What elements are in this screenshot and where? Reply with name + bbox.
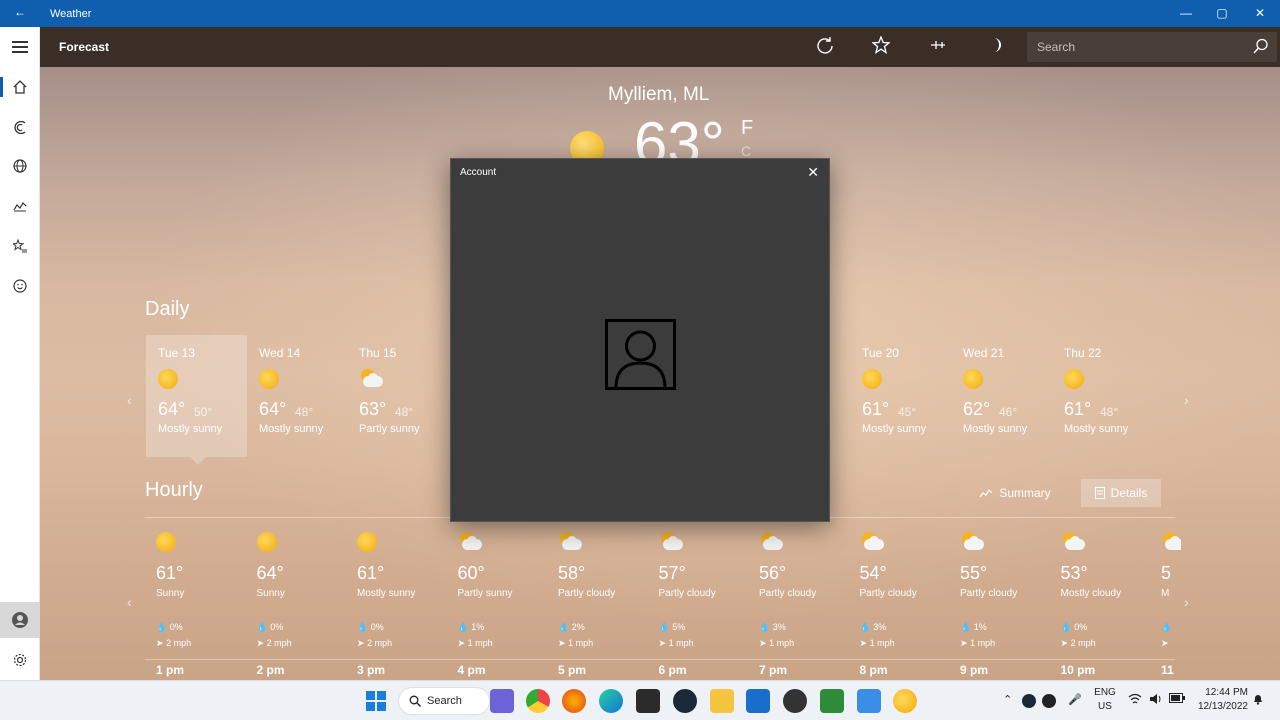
search-icon[interactable]: [1253, 38, 1269, 58]
obs-icon[interactable]: [783, 689, 807, 713]
region-code: US: [1098, 701, 1112, 712]
clock-date: 12/13/2022: [1197, 701, 1248, 712]
search-input[interactable]: [1027, 32, 1247, 62]
notepad-icon[interactable]: [857, 689, 881, 713]
edge-icon[interactable]: [599, 689, 623, 713]
wifi-icon[interactable]: [1128, 693, 1142, 708]
radar-icon[interactable]: [0, 109, 40, 145]
dialog-close-icon[interactable]: ✕: [807, 164, 819, 181]
refresh-icon[interactable]: [813, 36, 837, 58]
taskbar-search-label: Search: [427, 695, 462, 707]
battery-icon[interactable]: [1169, 693, 1185, 706]
account-dialog: Account ✕: [450, 158, 830, 522]
steam-icon[interactable]: [673, 689, 697, 713]
microphone-icon[interactable]: 🎤: [1068, 693, 1082, 706]
terminal-icon[interactable]: [636, 689, 660, 713]
microsoft-store-icon[interactable]: [746, 689, 770, 713]
xbox-icon[interactable]: [820, 689, 844, 713]
title-bar: ← Weather — ▢ ✕: [0, 0, 1280, 27]
account-icon[interactable]: [0, 602, 40, 638]
settings-gear-icon[interactable]: [0, 642, 40, 678]
left-nav: [0, 27, 40, 680]
volume-icon[interactable]: [1149, 693, 1163, 708]
close-button[interactable]: ✕: [1248, 4, 1272, 22]
pin-icon[interactable]: [927, 36, 951, 58]
search-icon: [409, 695, 421, 707]
language-indicator[interactable]: ENG US: [1092, 686, 1118, 714]
file-explorer-icon[interactable]: [710, 689, 734, 713]
account-placeholder-icon: [605, 319, 676, 390]
command-bar: Forecast: [40, 27, 1280, 67]
star-favorite-icon[interactable]: [869, 35, 893, 58]
language-code: ENG: [1094, 687, 1116, 698]
smiley-feedback-icon[interactable]: [0, 268, 40, 304]
dialog-title: Account: [460, 167, 497, 178]
historical-chart-icon[interactable]: [0, 188, 40, 224]
globe-icon[interactable]: [0, 148, 40, 184]
chevron-up-icon[interactable]: ⌃: [1003, 693, 1012, 706]
home-icon[interactable]: [0, 69, 40, 105]
dark-mode-moon-icon[interactable]: [983, 36, 1007, 58]
page-title: Forecast: [59, 40, 110, 54]
taskbar: Search ⌃ 🎤 ENG US 12:44 PM 12/13/2022: [0, 680, 1280, 720]
back-arrow-icon[interactable]: ←: [8, 5, 32, 21]
minimize-button[interactable]: —: [1174, 4, 1198, 22]
hamburger-menu-icon[interactable]: [0, 29, 40, 65]
windows-start-icon[interactable]: [364, 689, 388, 713]
location-name: Mylliem, ML: [608, 84, 710, 105]
maximize-button[interactable]: ▢: [1210, 4, 1234, 22]
favorites-list-icon[interactable]: [0, 228, 40, 264]
firefox-icon[interactable]: [562, 689, 586, 713]
chrome-icon[interactable]: [526, 689, 550, 713]
window-title: Weather: [50, 8, 92, 20]
notification-bell-icon[interactable]: [1252, 693, 1264, 708]
clock-time: 12:44 PM: [1205, 687, 1248, 698]
obs-tray-icon[interactable]: [1042, 694, 1056, 708]
system-clock[interactable]: 12:44 PM 12/13/2022: [1192, 686, 1248, 714]
taskbar-search[interactable]: Search: [398, 687, 490, 715]
search-box[interactable]: [1027, 32, 1277, 62]
steam-tray-icon[interactable]: [1022, 694, 1036, 708]
teams-chat-icon[interactable]: [490, 689, 514, 713]
weather-app-icon[interactable]: [893, 689, 917, 713]
